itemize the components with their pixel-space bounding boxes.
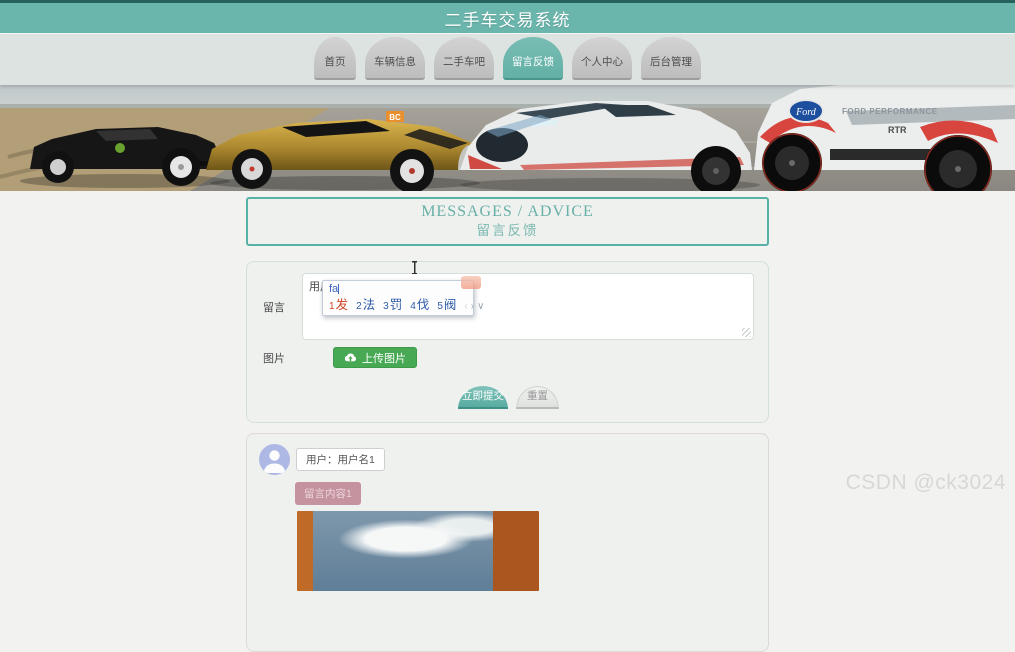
- comment-panel: 用户：用户名1 留言内容1: [246, 433, 769, 652]
- ime-candidate-2[interactable]: 2法: [356, 298, 375, 314]
- comment-user-label: 用户：用户名1: [296, 448, 385, 471]
- nav-tab-label: 车辆信息: [374, 54, 416, 69]
- nav-tab-label: 首页: [325, 54, 346, 69]
- ibeam-cursor: [410, 261, 419, 274]
- message-label: 留言: [263, 299, 287, 315]
- app-header: 二手车交易系统: [0, 3, 1015, 34]
- nav-tab-label: 个人中心: [581, 54, 623, 69]
- nav-tab-admin[interactable]: 后台管理: [641, 37, 701, 80]
- section-title-zh: 留言反馈: [248, 222, 767, 239]
- nav-tab-used-car-bar[interactable]: 二手车吧: [434, 37, 494, 80]
- ime-more-icon[interactable]: ∨: [477, 299, 484, 314]
- textarea-resize-grip[interactable]: [742, 328, 751, 337]
- comment-content-badge: 留言内容1: [295, 482, 361, 505]
- comment-image: [297, 511, 539, 591]
- ford-performance-text: FORD PERFORMANCE: [842, 107, 938, 116]
- nav-tab-label: 二手车吧: [443, 54, 485, 69]
- ime-composition: fa: [323, 281, 473, 296]
- upload-cloud-icon: [344, 351, 357, 364]
- ford-logo-text: Ford: [795, 107, 817, 118]
- ime-logo-icon: [461, 276, 481, 289]
- ime-page-prev-icon[interactable]: ‹: [464, 299, 467, 314]
- ime-caret: [338, 284, 339, 294]
- bc-logo-text: BC: [389, 113, 401, 122]
- rtr-logo-text: RTR: [888, 125, 907, 135]
- submit-button[interactable]: 立即提交: [458, 386, 508, 409]
- submit-button-label: 立即提交: [462, 388, 504, 403]
- ime-candidate-5[interactable]: 5阀: [437, 298, 456, 314]
- reset-button-label: 重置: [527, 388, 548, 403]
- person-icon: [259, 444, 290, 475]
- nav-tab-label: 留言反馈: [512, 54, 554, 69]
- nav-tab-vehicle-info[interactable]: 车辆信息: [365, 37, 425, 80]
- section-title-en: MESSAGES / ADVICE: [248, 202, 767, 222]
- image-label: 图片: [263, 350, 287, 366]
- ime-candidate-4[interactable]: 4伐: [410, 298, 429, 314]
- nav-tab-personal-center[interactable]: 个人中心: [572, 37, 632, 80]
- nav-bar: 首页 车辆信息 二手车吧 留言反馈 个人中心 后台管理: [0, 34, 1015, 85]
- ime-popup: fa 1发 2法 3罚 4伐 5阀 ‹ › ∨: [322, 280, 474, 316]
- upload-image-button[interactable]: 上传图片: [333, 347, 417, 368]
- user-avatar: [259, 444, 290, 475]
- ime-candidate-1[interactable]: 1发: [329, 298, 348, 314]
- page-title: 二手车交易系统: [445, 6, 571, 31]
- ime-candidate-list: 1发 2法 3罚 4伐 5阀 ‹ › ∨: [323, 296, 473, 314]
- reset-button[interactable]: 重置: [516, 386, 559, 409]
- nav-tab-home[interactable]: 首页: [314, 37, 356, 80]
- nav-tab-label: 后台管理: [650, 54, 692, 69]
- ime-page-next-icon[interactable]: ›: [471, 299, 474, 314]
- banner-image: BC Ford FORD PERFORMANCE RTR: [0, 85, 1015, 191]
- nav-tab-feedback[interactable]: 留言反馈: [503, 37, 563, 80]
- ime-candidate-3[interactable]: 3罚: [383, 298, 402, 314]
- watermark: CSDN @ck3024: [846, 471, 1006, 495]
- section-title-box: MESSAGES / ADVICE 留言反馈: [246, 197, 769, 246]
- upload-button-label: 上传图片: [362, 350, 406, 366]
